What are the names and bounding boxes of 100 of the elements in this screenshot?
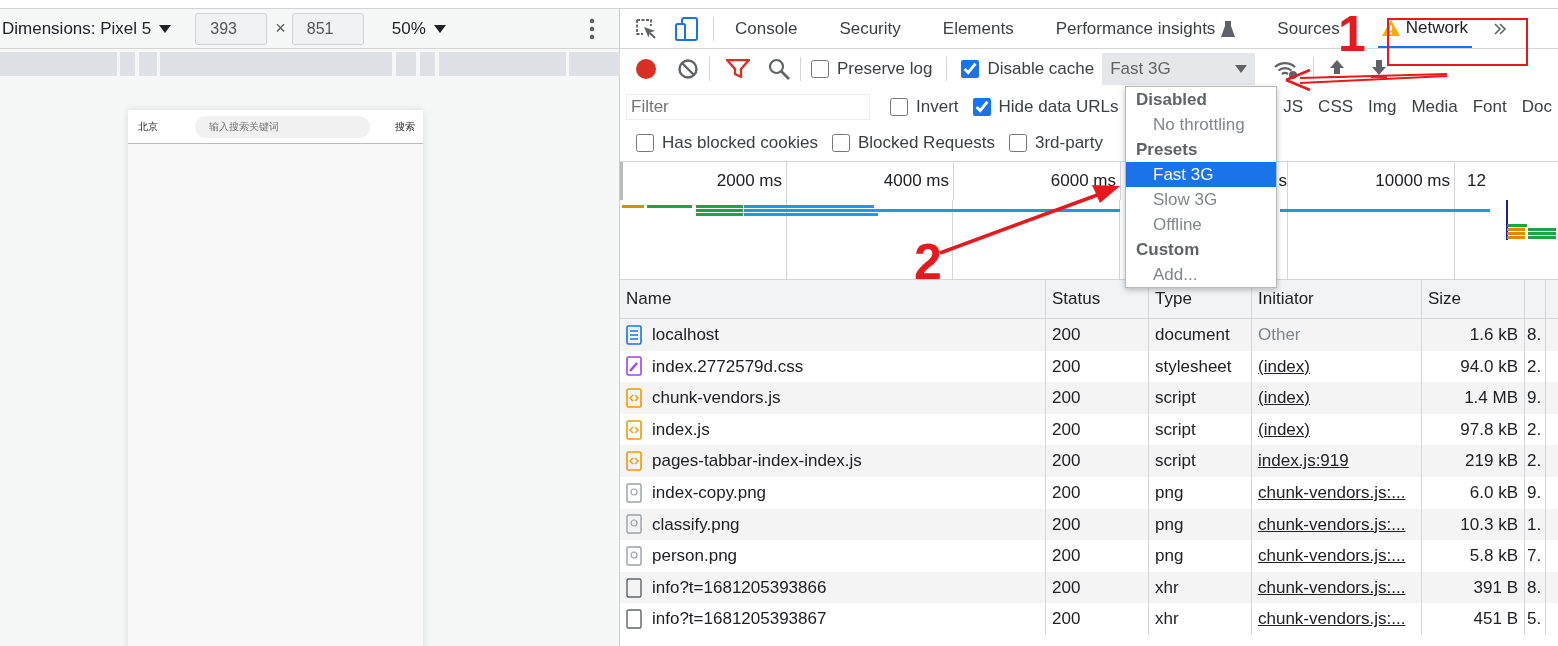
menu-item[interactable]: Fast 3G [1126,162,1276,187]
filter-icon[interactable] [726,59,750,79]
time-value: 8. [1527,324,1542,347]
time-value: 5. [1527,608,1542,631]
type-filter[interactable]: Media [1411,94,1458,120]
checkbox[interactable] [831,134,850,152]
initiator-link[interactable]: chunk-vendors.js:... [1258,574,1406,601]
column-header[interactable]: Name [626,286,672,312]
request-name[interactable]: localhost [652,322,720,348]
status-code: 200 [1052,513,1081,536]
initiator-link[interactable]: (index) [1258,416,1310,443]
image-file-icon [626,514,642,535]
type-filter[interactable]: Font [1472,94,1507,120]
image-file-icon [626,545,642,566]
caret-icon [159,23,172,34]
download-icon[interactable] [1370,59,1389,79]
initiator-link[interactable]: (index) [1258,353,1310,380]
initiator-link[interactable]: chunk-vendors.js:... [1258,606,1406,632]
size-value: 391 B [1473,576,1518,599]
initiator-link[interactable]: chunk-vendors.js:... [1258,511,1406,538]
status-code: 200 [1052,482,1081,504]
checkbox-label[interactable]: Hide data URLs [998,94,1119,120]
request-name[interactable]: index.js [652,416,710,443]
annotation-number: 1 [1338,12,1366,57]
menu-item[interactable]: Add... [1126,262,1276,287]
column-header[interactable]: Status [1052,286,1101,312]
initiator-link[interactable]: chunk-vendors.js:... [1258,543,1406,569]
size-value: 1.4 MB [1464,387,1518,410]
initiator-link[interactable]: chunk-vendors.js:... [1258,480,1406,506]
search-field[interactable]: 输入搜索关键词 [195,115,370,138]
clear-icon[interactable] [677,58,699,80]
width-field[interactable]: 393 [195,12,268,45]
flask-icon [1221,20,1236,37]
request-name[interactable]: info?t=1681205393866 [652,574,827,601]
checkbox-label[interactable]: Disable cache [987,56,1095,82]
initiator-text: Other [1258,324,1301,347]
more-tabs-icon[interactable] [1493,21,1508,36]
time-value: 2. [1527,355,1542,378]
tab[interactable]: Security [835,9,905,48]
document-icon [626,324,642,345]
inspect-icon[interactable] [635,17,657,40]
menu-item[interactable]: Slow 3G [1126,187,1276,212]
height-field[interactable]: 851 [291,12,364,45]
request-name[interactable]: pages-tabbar-index-index.js [652,448,862,474]
menu-item[interactable]: No throttling [1126,112,1276,137]
tab[interactable]: Network [1377,9,1473,48]
time-tick-label: 10000 ms [1375,171,1450,190]
search-icon[interactable] [768,58,790,80]
size-value: 6.0 kB [1469,482,1518,504]
checkbox[interactable] [890,98,908,116]
resource-type: script [1155,450,1196,473]
request-name[interactable]: index-copy.png [652,480,767,506]
column-header[interactable]: Initiator [1258,286,1314,312]
checkbox[interactable] [961,60,980,78]
caret-icon [1235,64,1248,74]
tab[interactable]: Elements [938,9,1018,48]
menu-section-header: Custom [1135,239,1201,261]
type-filter[interactable]: Doc [1521,94,1552,120]
request-name[interactable]: chunk-vendors.js [652,385,781,411]
checkbox-label[interactable]: Blocked Requests [857,130,995,156]
time-value: 7. [1527,545,1542,568]
zoom-dropdown[interactable]: 50% [391,15,446,42]
request-name[interactable]: index.2772579d.css [652,353,804,380]
resource-type: stylesheet [1155,355,1232,378]
tab[interactable]: Performance insights [1051,9,1240,48]
record-icon[interactable] [635,58,657,80]
checkbox[interactable] [1008,134,1027,152]
time-tick-label: 2000 ms [716,171,782,190]
filter-field[interactable]: Filter [626,94,870,120]
checkbox-label[interactable]: Invert [916,94,959,120]
checkbox[interactable] [972,98,991,116]
menu-item[interactable]: Offline [1126,212,1276,237]
checkbox-label[interactable]: 3rd-party [1034,130,1103,156]
type-filter[interactable]: JS [1283,94,1304,120]
checkbox[interactable] [811,60,829,78]
search-button[interactable]: 搜索 [395,119,415,134]
request-name[interactable]: person.png [652,543,738,569]
checkbox-label[interactable]: Has blocked cookies [662,130,818,156]
type-filter[interactable]: CSS [1318,94,1354,120]
initiator-link[interactable]: index.js:919 [1258,448,1349,474]
tab[interactable]: Console [731,9,802,48]
device-icon[interactable] [675,16,699,41]
request-name[interactable]: classify.png [652,511,740,538]
dimensions-dropdown[interactable]: Dimensions: Pixel 5 [2,15,172,42]
throttling-select[interactable]: Fast 3G [1102,53,1256,85]
code-file-icon [626,388,642,408]
column-header[interactable]: Type [1155,286,1192,312]
column-header[interactable]: Size [1428,286,1462,312]
checkbox-label[interactable]: Preserve log [837,56,933,82]
checkbox[interactable] [636,134,654,152]
menu-section-header: Disabled [1135,89,1208,111]
initiator-link[interactable]: (index) [1258,385,1310,411]
time-tick-label: s [1278,171,1287,190]
warning-icon [1381,19,1400,36]
request-name[interactable]: info?t=1681205393867 [652,606,827,632]
city-label[interactable]: 北京 [138,119,158,134]
code-file-icon [626,451,642,472]
more-icon[interactable] [589,17,595,40]
type-filter[interactable]: Img [1368,94,1397,120]
menu-section-header: Presets [1135,139,1199,161]
